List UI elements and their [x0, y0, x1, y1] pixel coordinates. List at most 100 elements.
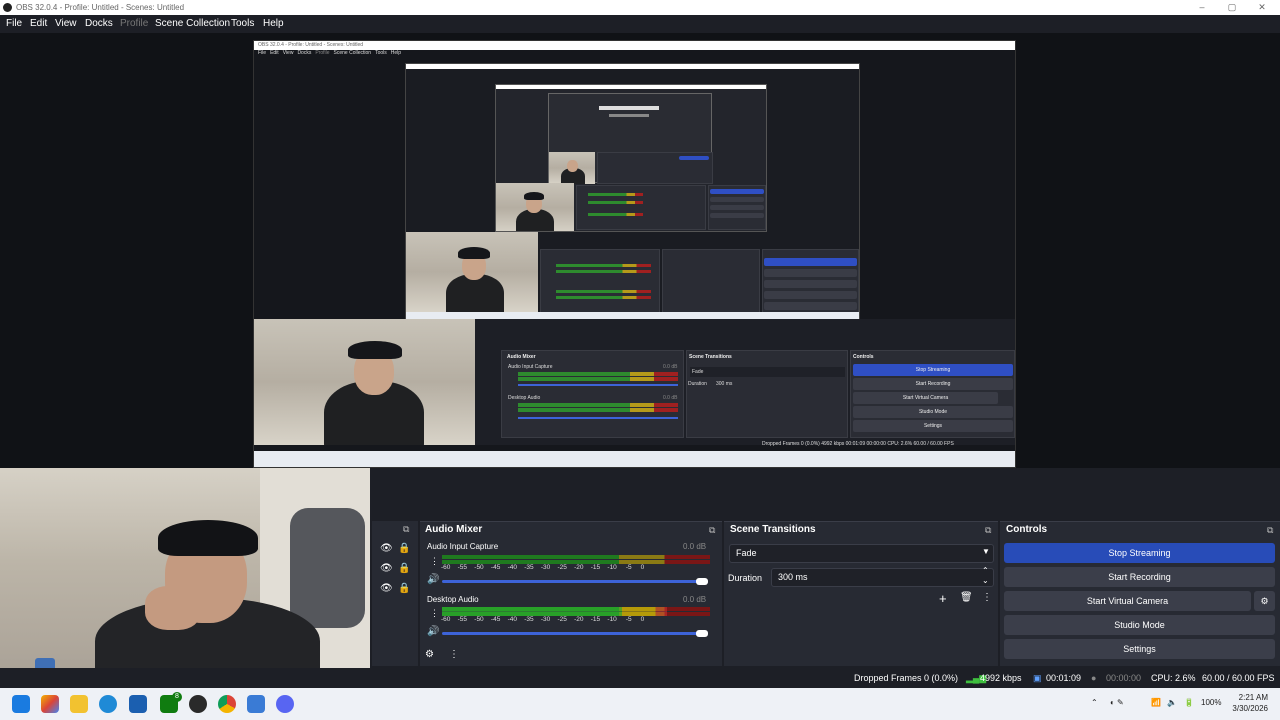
scene-transitions-panel	[724, 521, 998, 666]
desktop-audio-speaker-icon[interactable]: 🔊	[427, 626, 439, 637]
chrome-icon[interactable]	[218, 695, 236, 713]
menu-scene-collection[interactable]: Scene Collection	[155, 18, 230, 29]
controls-title: Controls	[1006, 524, 1048, 535]
menu-docks[interactable]: Docks	[85, 18, 113, 29]
lock-icon[interactable]: 🔒	[398, 583, 410, 594]
copilot-icon[interactable]	[41, 695, 59, 713]
duration-up-icon[interactable]: ⌃	[982, 566, 989, 575]
stop-streaming-button[interactable]: Stop Streaming	[1004, 543, 1275, 563]
nested-title: OBS 32.0.4 - Profile: Untitled - Scenes:…	[254, 41, 1015, 50]
audio-mixer-float-icon[interactable]: ⧉	[709, 525, 715, 536]
nested-settings: Settings	[853, 420, 1013, 432]
maximize-button[interactable]: ▢	[1222, 1, 1242, 13]
nested-capture-level-2	[405, 63, 860, 321]
studio-mode-button[interactable]: Studio Mode	[1004, 615, 1275, 635]
app-icon[interactable]	[247, 695, 265, 713]
stream-time: 00:01:09	[1046, 673, 1082, 683]
audio-input-volume-slider[interactable]	[442, 580, 708, 583]
taskbar-clock[interactable]: 2:21 AM 3/30/2026	[1224, 692, 1268, 714]
lock-icon[interactable]: 🔒	[398, 543, 410, 554]
audio-input-speaker-icon[interactable]: 🔊	[427, 574, 439, 585]
start-recording-button[interactable]: Start Recording	[1004, 567, 1275, 587]
volume-icon[interactable]: 🔈	[1167, 698, 1177, 707]
obs-taskbar-icon[interactable]	[189, 695, 207, 713]
visibility-eye-icon[interactable]: 👁	[380, 543, 393, 554]
mixer-menu-icon[interactable]: ⋮	[449, 649, 459, 660]
audio-mixer-title: Audio Mixer	[425, 524, 483, 535]
visibility-eye-icon[interactable]: 👁	[380, 583, 393, 594]
tray-chevron-icon[interactable]: ⌃	[1091, 698, 1098, 707]
xbox-badge: 8	[172, 692, 182, 702]
scene-transitions-float-icon[interactable]: ⧉	[985, 525, 991, 536]
minimize-button[interactable]: –	[1192, 1, 1212, 13]
add-transition-icon[interactable]: +	[939, 591, 947, 606]
audio-input-capture-db: 0.0 dB	[683, 542, 707, 551]
scene-transitions-title: Scene Transitions	[730, 524, 816, 535]
nested-audio-input-db: 0.0 dB	[663, 364, 678, 370]
status-bar: Dropped Frames 0 (0.0%) ▂▄▆ 4992 kbps ▣ …	[0, 668, 1280, 688]
menu-view[interactable]: View	[55, 18, 77, 29]
settings-button[interactable]: Settings	[1004, 639, 1275, 659]
menu-tools[interactable]: Tools	[231, 18, 254, 29]
controls-float-icon[interactable]: ⧉	[1267, 525, 1273, 536]
menu-bar: File Edit View Docks Profile Scene Colle…	[0, 15, 1280, 33]
duration-down-icon[interactable]: ⌄	[982, 576, 989, 585]
menu-file[interactable]: File	[6, 18, 22, 29]
battery-icon[interactable]: 🔋	[1184, 698, 1194, 707]
trash-icon[interactable]: 🗑	[960, 592, 973, 603]
desktop-audio-volume-slider[interactable]	[442, 632, 708, 635]
record-time: 00:00:00	[1106, 673, 1142, 683]
file-explorer-icon[interactable]	[70, 695, 88, 713]
nested-controls-title: Controls	[853, 354, 874, 360]
duration-label: Duration	[728, 573, 763, 583]
desktop-audio-db: 0.0 dB	[683, 595, 707, 604]
sources-float-icon[interactable]: ⧉	[403, 524, 409, 535]
nested-audio-mixer-title: Audio Mixer	[507, 354, 536, 360]
visibility-eye-icon[interactable]: 👁	[380, 563, 393, 574]
nested-stop-streaming: Stop Streaming	[853, 364, 1013, 376]
webcam-overlay	[0, 468, 370, 675]
bitrate: 4992 kbps	[980, 673, 1022, 683]
window-titlebar: OBS 32.0.4 - Profile: Untitled - Scenes:…	[0, 0, 1280, 15]
advanced-audio-gear-icon[interactable]: ⚙	[425, 649, 434, 660]
windows-start-icon[interactable]	[12, 695, 30, 713]
wifi-icon[interactable]: 📶	[1151, 698, 1161, 707]
discord-icon[interactable]	[276, 695, 294, 713]
nested-audio-input-label: Audio Input Capture	[508, 364, 553, 370]
audio-input-scale: -60 -55 -50 -45 -40 -35 -30 -25 -20 -15 …	[441, 564, 645, 571]
lock-icon[interactable]: 🔒	[398, 563, 410, 574]
menu-help[interactable]: Help	[263, 18, 284, 29]
nested-display-capture: OBS 32.0.4 - Profile: Untitled - Scenes:…	[253, 40, 1016, 468]
battery-percent: 100%	[1201, 698, 1222, 707]
cpu-usage: CPU: 2.6%	[1151, 673, 1196, 683]
tray-app-icons[interactable]: ◐ ✎	[1110, 698, 1124, 707]
close-button[interactable]: ✕	[1252, 1, 1272, 13]
nested-start-recording: Start Recording	[853, 378, 1013, 390]
audio-input-volume-knob[interactable]	[696, 578, 708, 585]
menu-profile: Profile	[120, 18, 149, 29]
store-icon[interactable]	[129, 695, 147, 713]
clock-date: 3/30/2026	[1232, 704, 1268, 713]
fps: 60.00 / 60.00 FPS	[1202, 673, 1275, 683]
nested-webcam	[254, 319, 475, 445]
start-virtual-camera-button[interactable]: Start Virtual Camera	[1004, 591, 1251, 611]
transition-menu-icon[interactable]: ⋮	[982, 592, 992, 603]
duration-input[interactable]: 300 ms	[771, 568, 994, 587]
desktop-audio-scale: -60 -55 -50 -45 -40 -35 -30 -25 -20 -15 …	[441, 616, 645, 623]
audio-input-menu-icon[interactable]: ⋮	[430, 556, 439, 567]
edge-icon[interactable]	[99, 695, 117, 713]
window-title: OBS 32.0.4 - Profile: Untitled - Scenes:…	[16, 3, 185, 12]
stream-icon: ▣	[1033, 673, 1042, 683]
nested-status-bar: Dropped Frames 0 (0.0%) 4992 kbps 00:01:…	[762, 441, 954, 447]
nested-menu: File Edit View Docks Profile Scene Collection…	[258, 50, 402, 56]
nested-transition-select: Fade	[690, 367, 845, 377]
virtual-camera-settings-gear-icon[interactable]: ⚙	[1254, 591, 1275, 611]
transition-select[interactable]: Fade	[729, 544, 994, 563]
nested-scene-transitions-title: Scene Transitions	[689, 354, 732, 360]
menu-edit[interactable]: Edit	[30, 18, 47, 29]
chevron-down-icon[interactable]: ▼	[982, 547, 990, 556]
nested-desktop-audio-label: Desktop Audio	[508, 395, 541, 401]
desktop-audio-menu-icon[interactable]: ⋮	[430, 608, 439, 619]
desktop-audio-volume-knob[interactable]	[696, 630, 708, 637]
nested-start-virtual-camera: Start Virtual Camera	[853, 392, 998, 404]
